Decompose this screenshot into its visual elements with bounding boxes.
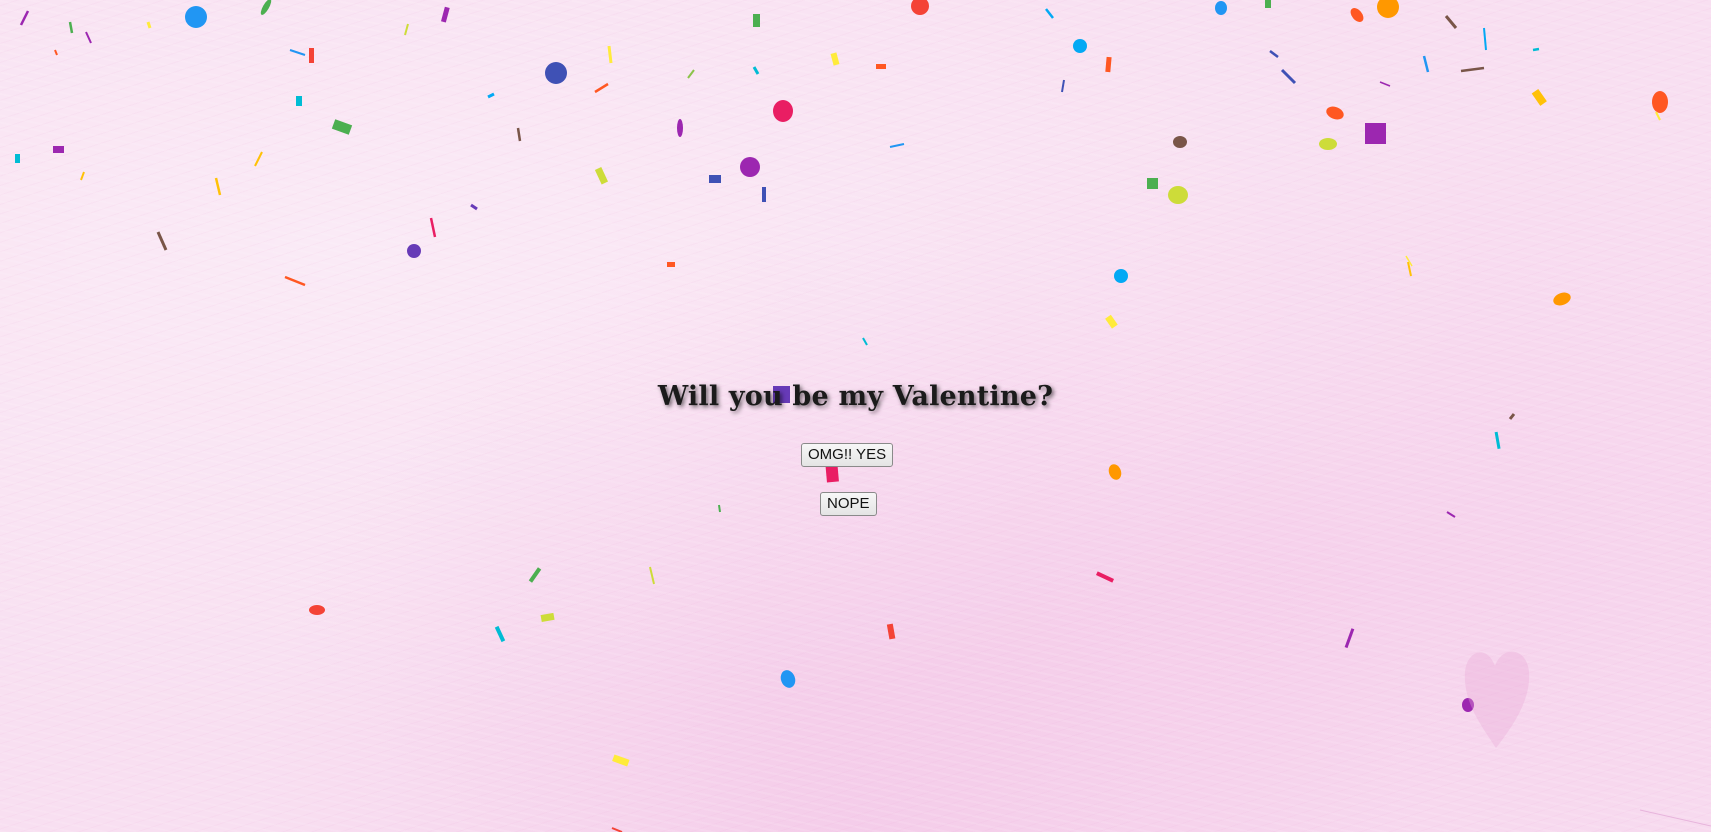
valentine-prompt: Will you be my Valentine? OMG!! YES NOPE: [0, 0, 1711, 832]
yes-button[interactable]: OMG!! YES: [801, 443, 894, 467]
no-button[interactable]: NOPE: [820, 492, 877, 516]
question-heading: Will you be my Valentine?: [657, 381, 1054, 412]
